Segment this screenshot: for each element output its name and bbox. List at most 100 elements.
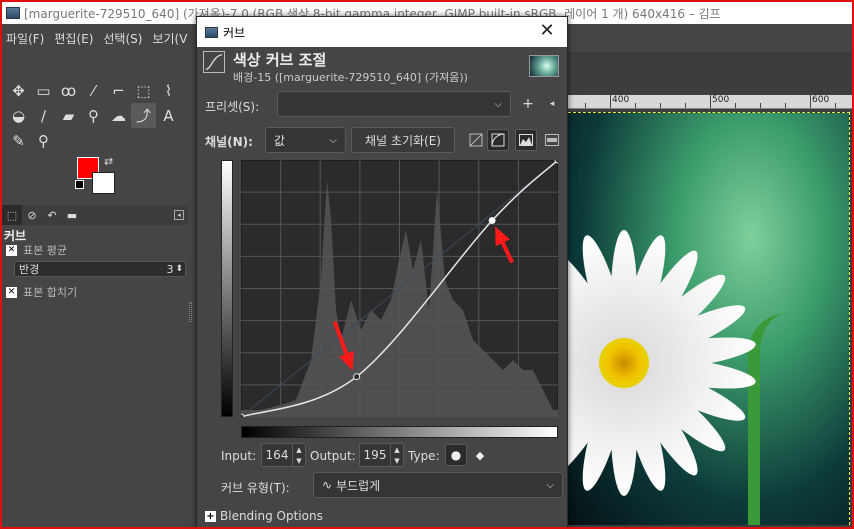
clone-icon[interactable]: ⚲ <box>81 103 106 128</box>
menu-select[interactable]: 선택(S) <box>103 30 142 47</box>
daisy-center <box>599 338 649 388</box>
channel-label: 채널(N): <box>205 135 253 149</box>
app-window: [marguerite-729510_640] (가져옴)-7.0 (RGB 색… <box>0 0 854 529</box>
swap-colors-icon[interactable]: ⇄ <box>104 155 113 168</box>
blending-options-label: Blending Options <box>220 509 323 523</box>
dock-menu-icon[interactable]: ◂ <box>174 210 184 220</box>
lasso-icon[interactable]: ꝏ <box>56 78 81 103</box>
decrement-icon[interactable]: ▼ <box>391 455 403 466</box>
horizontal-ruler: 400 500 600 <box>568 95 852 109</box>
radius-value: 3 <box>166 262 174 276</box>
rect-select-icon[interactable]: ▭ <box>31 78 56 103</box>
chevron-down-icon: ⌵ <box>329 134 337 146</box>
daisy-image[interactable] <box>568 112 850 525</box>
tool-options-tab-icon[interactable]: ⬚ <box>2 205 22 225</box>
tool-grid: ✥ ▭ ꝏ ⁄ ⌐ ⬚ ⌇ ◒ ∕ ▰ ⚲ ☁ ⤴ A ✎ ⚲ <box>6 78 181 153</box>
preset-menu-icon[interactable]: ◂ <box>543 95 561 113</box>
curve-type-value: 부드럽게 <box>336 478 381 493</box>
ruler-label: 400 <box>612 95 630 105</box>
smooth-point-icon[interactable]: ● <box>445 444 467 466</box>
default-colors-icon[interactable] <box>75 180 84 189</box>
histogram-overlay-icon[interactable] <box>541 129 563 151</box>
corner-point-icon[interactable]: ◆ <box>469 444 491 466</box>
eraser-icon[interactable]: ▰ <box>56 103 81 128</box>
paintbrush-icon[interactable]: ∕ <box>31 103 56 128</box>
chevron-down-icon: ⌵ <box>546 479 554 491</box>
dialog-header: 색상 커브 조절 배경-15 ([marguerite-729510_640] … <box>197 47 567 87</box>
sample-average-label: 표본 평균 <box>23 244 67 257</box>
input-spinbox[interactable]: 164 ▲ ▼ <box>261 443 306 467</box>
channel-combo[interactable]: 값 ⌵ <box>265 127 346 153</box>
add-preset-icon[interactable]: + <box>519 95 537 113</box>
zoom-icon[interactable]: ⚲ <box>31 128 56 153</box>
dialog-window-title: 커브 <box>223 25 246 40</box>
output-gradient-bar <box>221 160 233 417</box>
sample-merged-checkbox[interactable]: ✕ <box>6 286 17 298</box>
undo-history-tab-icon[interactable]: ↶ <box>42 205 62 225</box>
decrement-icon[interactable]: ▼ <box>293 455 305 466</box>
gimp-app-icon <box>205 26 218 38</box>
input-value: 164 <box>265 448 289 462</box>
output-value: 195 <box>363 448 387 462</box>
curve-control-point[interactable] <box>353 373 361 381</box>
toolbox: ✥ ▭ ꝏ ⁄ ⌐ ⬚ ⌇ ◒ ∕ ▰ ⚲ ☁ ⤴ A ✎ ⚲ ⇄ ⬚ ⊘ ↶ ▬ ◂ 커브 ✕ 표본 평균 … <box>2 52 190 527</box>
smooth-curve-icon: ∿ <box>322 478 333 492</box>
text-icon[interactable]: A <box>156 103 181 128</box>
background-color-swatch[interactable] <box>92 172 115 194</box>
output-spinbox[interactable]: 195 ▲ ▼ <box>359 443 404 467</box>
radius-stepper-icon[interactable]: ⬍ <box>175 264 183 274</box>
dialog-titlebar: 커브 ✕ <box>197 17 567 47</box>
dialog-title: 색상 커브 조절 <box>233 51 327 69</box>
expand-toggle-icon[interactable]: ✕ <box>6 244 17 256</box>
presets-combo[interactable]: ⌵ <box>277 91 511 117</box>
increment-icon[interactable]: ▲ <box>293 444 305 455</box>
bucket-fill-icon[interactable]: ◒ <box>6 103 31 128</box>
menu-view[interactable]: 보기(V <box>152 30 187 47</box>
device-status-tab-icon[interactable]: ⊘ <box>22 205 42 225</box>
paths-icon[interactable]: ⤴ <box>131 103 156 128</box>
menu-file[interactable]: 파일(F) <box>6 30 44 47</box>
close-icon[interactable]: ✕ <box>537 21 557 41</box>
output-label: Output: <box>310 449 356 463</box>
ruler-label: 600 <box>812 95 830 105</box>
radius-spinbox[interactable]: 반경 3 ⬍ <box>14 261 186 277</box>
fuzzy-select-icon[interactable]: ⁄ <box>81 78 106 103</box>
presets-label: 프리셋(S): <box>205 100 260 114</box>
channel-value: 값 <box>274 133 286 148</box>
type-label: Type: <box>408 449 440 463</box>
curves-tool-icon <box>203 51 225 73</box>
image-canvas-area: 400 500 600 <box>568 52 852 527</box>
blending-options-expander[interactable]: + Blending Options <box>205 509 323 523</box>
sample-average-row[interactable]: ✕ 표본 평균 <box>6 242 67 258</box>
sample-merged-row[interactable]: ✕ 표본 합치기 <box>6 284 77 300</box>
crop-icon[interactable]: ⌐ <box>106 78 131 103</box>
color-picker-icon[interactable]: ✎ <box>6 128 31 153</box>
sample-merged-label: 표본 합치기 <box>23 286 78 299</box>
layer-thumbnail <box>529 55 559 77</box>
linear-histogram-icon[interactable] <box>465 129 487 151</box>
unified-transform-icon[interactable]: ⬚ <box>131 78 156 103</box>
images-tab-icon[interactable]: ▬ <box>62 205 82 225</box>
reset-channel-button[interactable]: 채널 초기화(E) <box>351 127 455 153</box>
curve-type-combo[interactable]: ∿ 부드럽게 ⌵ <box>313 472 563 498</box>
curve-graph[interactable] <box>241 160 558 417</box>
pane-resize-handle[interactable] <box>189 302 192 322</box>
dock-tabs: ⬚ ⊘ ↶ ▬ ◂ <box>2 205 188 225</box>
log-histogram-icon[interactable] <box>487 129 509 151</box>
warp-icon[interactable]: ⌇ <box>156 78 181 103</box>
histogram-view-icon[interactable] <box>515 129 537 151</box>
chevron-down-icon: ⌵ <box>494 98 502 110</box>
expand-plus-icon[interactable]: + <box>205 510 216 522</box>
menu-edit[interactable]: 편집(E) <box>54 30 93 47</box>
gimp-app-icon <box>6 7 20 19</box>
input-label: Input: <box>221 449 257 463</box>
ruler-label: 500 <box>712 95 730 105</box>
input-gradient-bar <box>241 426 558 438</box>
dialog-subtitle: 배경-15 ([marguerite-729510_640] (가져옴)) <box>233 71 468 84</box>
smudge-icon[interactable]: ☁ <box>106 103 131 128</box>
curves-dialog: 커브 ✕ 색상 커브 조절 배경-15 ([marguerite-729510_… <box>196 16 568 527</box>
move-icon[interactable]: ✥ <box>6 78 31 103</box>
curve-control-point[interactable] <box>488 216 496 224</box>
radius-label: 반경 <box>19 263 40 276</box>
increment-icon[interactable]: ▲ <box>391 444 403 455</box>
